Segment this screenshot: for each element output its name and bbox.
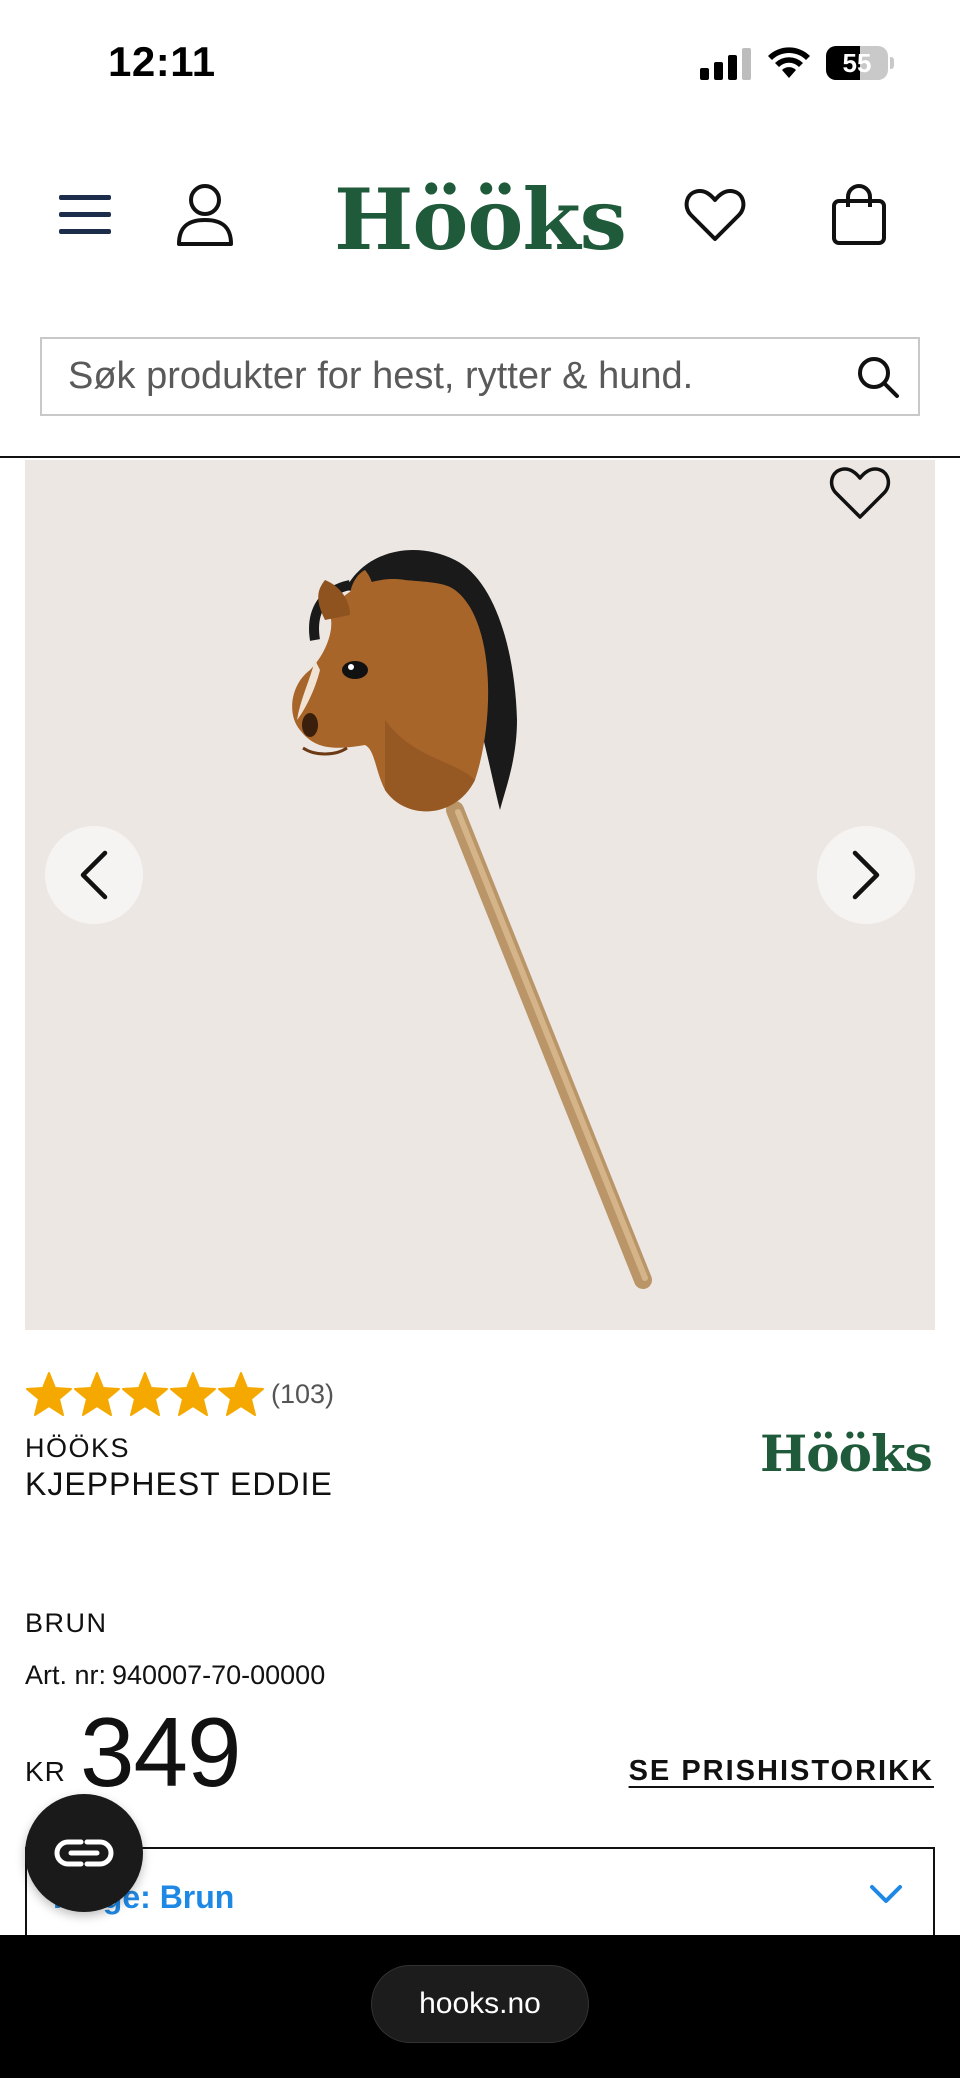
wifi-icon — [768, 47, 810, 78]
signal-icon — [700, 48, 751, 80]
search-box — [40, 337, 920, 416]
article-number: Art. nr: 940007-70-00000 — [25, 1660, 325, 1691]
star-icon — [74, 1372, 120, 1416]
star-icon — [26, 1372, 72, 1416]
favorite-heart-icon[interactable] — [825, 460, 895, 526]
gallery-prev-button[interactable] — [45, 826, 143, 924]
browser-bottom-bar: hooks.no — [0, 1935, 960, 2078]
search-icon[interactable] — [856, 355, 900, 399]
star-icon — [218, 1372, 264, 1416]
heart-icon[interactable] — [680, 180, 750, 250]
price-currency: KR — [25, 1756, 66, 1787]
product-name: KJEPPHEST EDDIE — [25, 1466, 333, 1502]
gallery-next-button[interactable] — [817, 826, 915, 924]
color-select[interactable]: Farge: Brun — [25, 1847, 935, 1947]
chevron-left-icon — [80, 850, 108, 900]
product-image — [292, 550, 652, 1289]
rating-count: (103) — [271, 1378, 335, 1409]
site-logo[interactable]: Hööks — [300, 170, 660, 269]
article-number-value: 940007-70-00000 — [112, 1660, 326, 1690]
site-header: Hööks — [0, 150, 960, 285]
bag-icon[interactable] — [824, 180, 894, 250]
battery-icon: 55 — [826, 46, 894, 80]
status-time: 12:11 — [108, 38, 216, 85]
price-value: 349 — [80, 1697, 242, 1807]
user-icon[interactable] — [170, 180, 240, 250]
battery-level: 55 — [842, 48, 872, 78]
chat-button[interactable] — [25, 1794, 143, 1912]
product-color: BRUN — [25, 1608, 108, 1638]
product-brand: HÖÖKS — [25, 1433, 131, 1463]
chevron-right-icon — [852, 850, 880, 900]
chevron-down-icon — [870, 1885, 902, 1903]
header-divider — [0, 456, 960, 458]
article-number-label: Art. nr: — [25, 1660, 107, 1690]
product-gallery[interactable] — [25, 460, 935, 1330]
menu-icon[interactable] — [50, 180, 120, 250]
star-icon — [170, 1372, 216, 1416]
brand-logo[interactable]: Hööks — [760, 1424, 933, 1483]
product-rating[interactable]: (103) — [25, 1370, 334, 1418]
price-history-link[interactable]: SE PRISHISTORIKK — [629, 1755, 934, 1788]
star-icon — [122, 1372, 168, 1416]
search-input[interactable] — [68, 339, 858, 414]
status-bar: 12:11 55 — [0, 0, 960, 130]
url-bar[interactable]: hooks.no — [371, 1965, 589, 2043]
chat-icon — [54, 1839, 114, 1867]
